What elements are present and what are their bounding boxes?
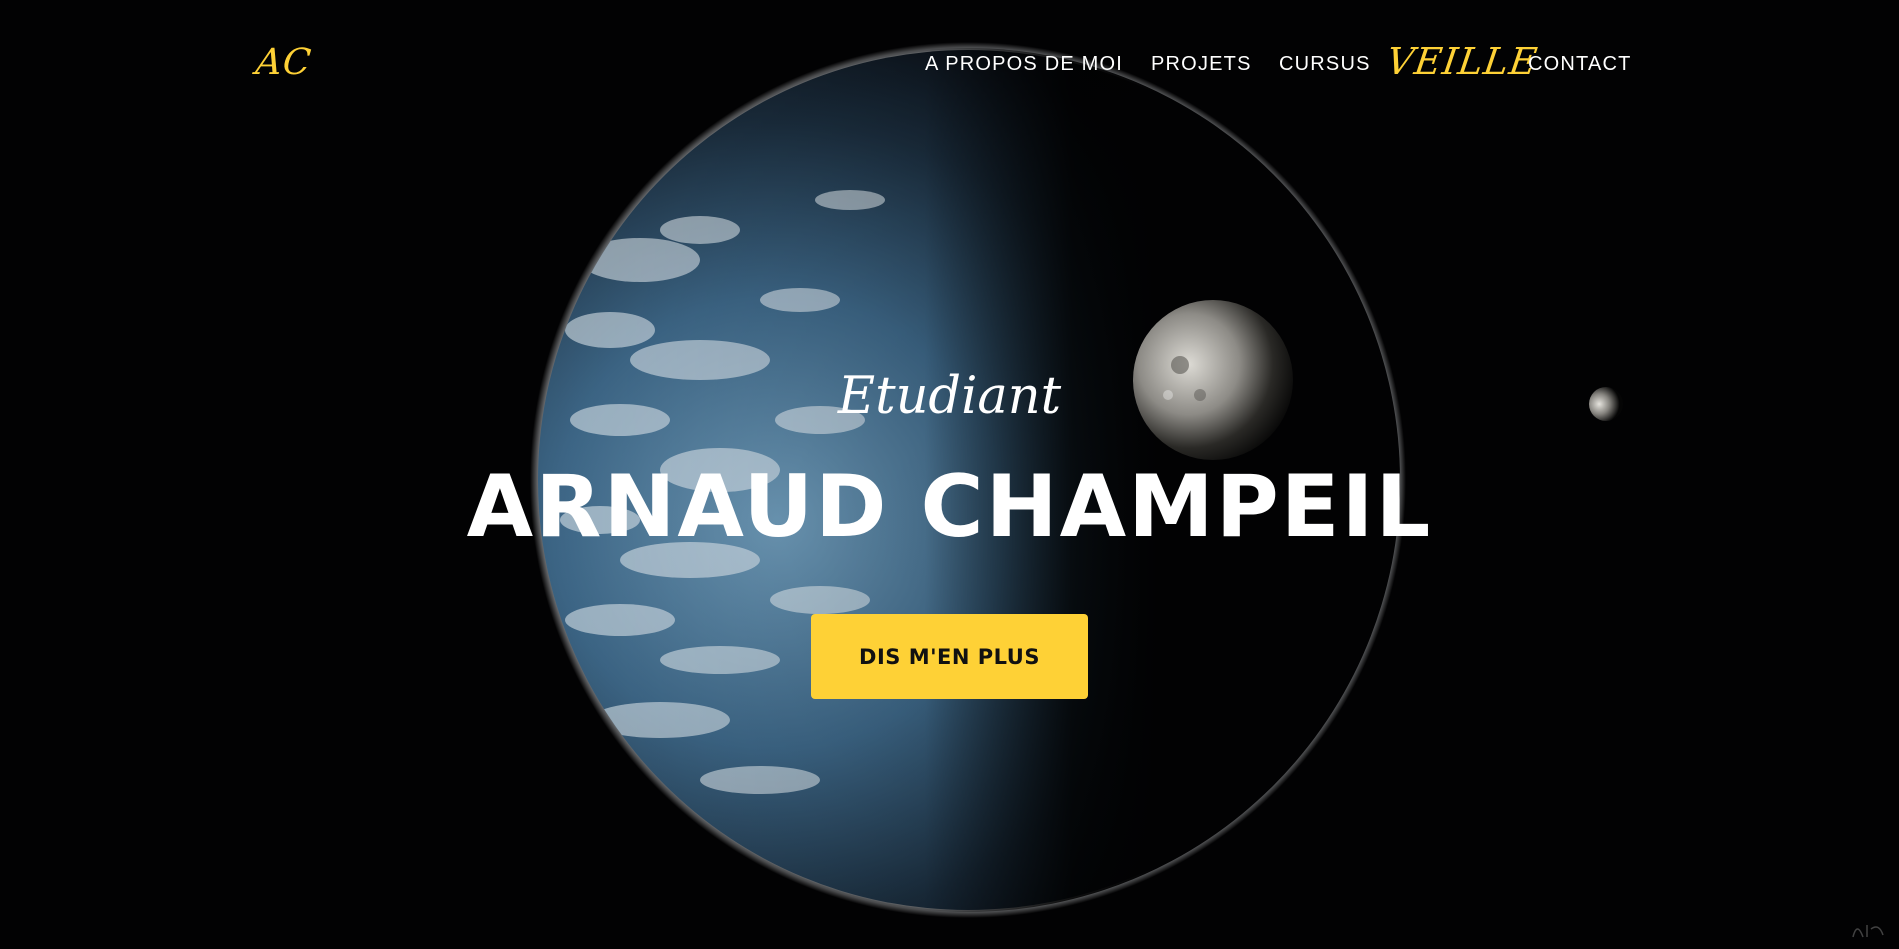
page: AC A PROPOS DE MOI PROJETS CURSUS VEILLE… [0, 0, 1899, 949]
nav-link-a-propos[interactable]: A PROPOS DE MOI [925, 53, 1123, 76]
hero-subheading: Etudiant [837, 367, 1062, 426]
top-navbar: AC A PROPOS DE MOI PROJETS CURSUS VEILLE… [0, 0, 1899, 130]
watermark-logo-icon [1852, 925, 1884, 938]
nav-link-cursus[interactable]: CURSUS [1279, 53, 1371, 76]
nav-link-veille[interactable]: VEILLE [1384, 40, 1541, 83]
nav-link-contact[interactable]: CONTACT [1528, 53, 1632, 76]
dis-men-plus-button[interactable]: DIS M'EN PLUS [811, 614, 1088, 699]
hero-heading: ARNAUD CHAMPEIL [466, 457, 1433, 557]
brand-logo[interactable]: AC [254, 42, 314, 83]
nav-link-projets[interactable]: PROJETS [1151, 53, 1252, 76]
